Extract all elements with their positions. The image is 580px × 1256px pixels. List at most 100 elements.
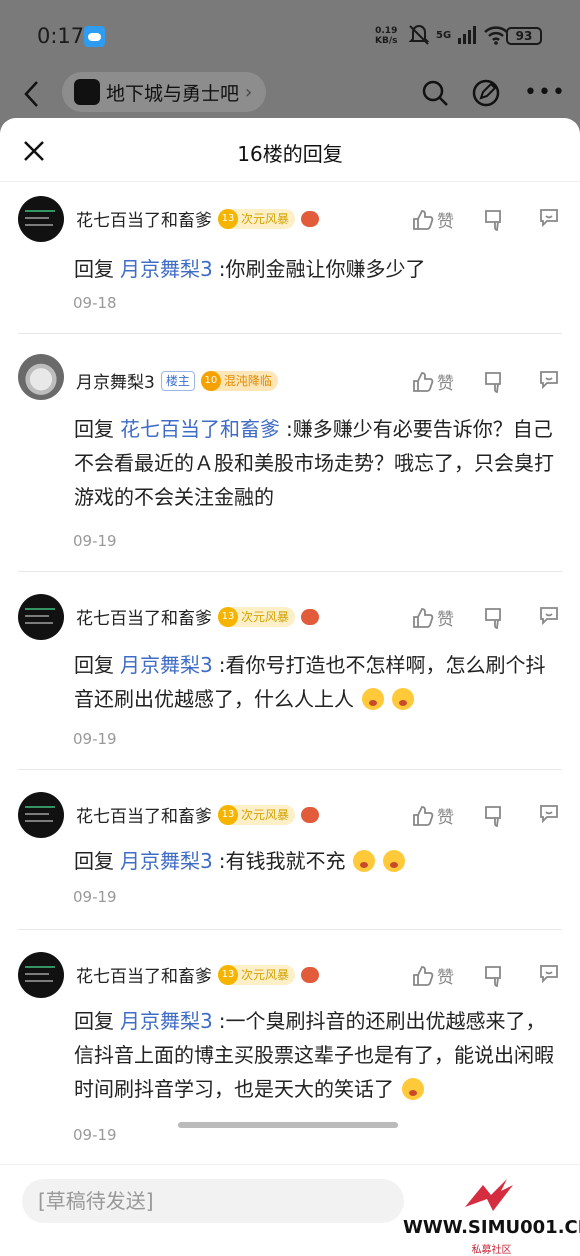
comment-text: 回复 月京舞梨3:有钱我就不充 [74,844,562,878]
forum-pill[interactable]: 地下城与勇士吧 › [62,72,267,112]
emoji-icon [392,688,414,710]
thumbs-down-icon [485,371,501,393]
chat-icon [540,209,558,228]
forum-name: 地下城与勇士吧 [106,82,240,105]
network-type: 5G [436,29,452,41]
reply-footer: [草稿待发送] WWW.SIMU001.CN 私募社区 [0,1164,580,1256]
avatar[interactable] [18,354,64,400]
watermark-site: WWW.SIMU001.CN [403,1217,580,1238]
like-button[interactable]: 赞 [412,605,484,630]
chat-icon [540,607,558,626]
dislike-button[interactable] [484,209,538,231]
reply-button[interactable] [538,368,562,395]
chat-icon [540,371,558,390]
username[interactable]: 月京舞梨3 [76,368,155,393]
level-badge: 13 次元风暴 [218,964,296,985]
thumbs-down-icon [485,209,501,231]
search-icon[interactable] [420,78,450,108]
dislike-button[interactable] [484,371,538,393]
like-button[interactable]: 赞 [412,803,484,828]
dislike-button[interactable] [484,965,538,987]
thumbs-down-icon [485,965,501,987]
comment-date: 09-19 [73,1126,117,1144]
top-nav: 地下城与勇士吧 › ••• [0,70,580,118]
mute-icon [408,25,430,45]
thumbs-up-icon [413,607,434,628]
reply-target[interactable]: 花七百当了和畜爹 [120,417,280,441]
level-badge: 13 次元风暴 [218,208,296,229]
comment-item: 花七百当了和畜爹 13 次元风暴 赞 回复 月京舞梨3:你刷金融让你赚多少了 09-… [18,182,562,334]
thumbs-up-icon [413,371,434,392]
level-badge: 13 次元风暴 [218,804,296,825]
emoji-icon [353,850,376,872]
reply-sheet: 16楼的回复 花七百当了和畜爹 13 次元风暴 赞 回复 月京舞梨3:你刷金融让你赚… [0,118,580,1256]
sheet-title: 16楼的回复 [237,142,343,166]
watermark-logo [465,1179,513,1211]
reply-button[interactable] [538,206,562,233]
watermark-sub: 私募社区 [471,1245,512,1256]
thumbs-up-icon [413,209,434,230]
status-bar: 0:17 0.19 KB/s 5G 93 [0,0,580,70]
network-speed: 0.19 KB/s [375,26,398,46]
sheet-header: 16楼的回复 [0,118,580,182]
game-icon [301,608,320,625]
game-icon [301,806,320,823]
cloud-icon [84,26,105,47]
reply-button[interactable] [538,604,562,631]
game-icon [301,966,320,983]
forum-logo [74,79,100,105]
chat-icon [540,965,558,984]
avatar[interactable] [18,792,64,838]
dislike-button[interactable] [484,607,538,629]
avatar[interactable] [18,594,64,640]
signal-icon [458,26,477,44]
watermark: WWW.SIMU001.CN 私募社区 [403,1165,580,1256]
reply-target[interactable]: 月京舞梨3 [120,257,213,281]
comment-item: 花七百当了和畜爹 13 次元风暴 赞 回复 月京舞梨3:一个臭刷抖音的还刷出优越感来… [18,930,562,1170]
level-badge: 13 次元风暴 [218,606,296,627]
reply-target[interactable]: 月京舞梨3 [120,1009,213,1033]
draft-input[interactable]: [草稿待发送] [22,1179,404,1223]
comment-item: 花七百当了和畜爹 13 次元风暴 赞 回复 月京舞梨3:看你号打造也不怎样啊，怎么刷… [18,572,562,770]
like-button[interactable]: 赞 [412,207,484,232]
avatar[interactable] [18,196,64,242]
chevron-right-icon: › [245,81,253,103]
avatar[interactable] [18,952,64,998]
comment-date: 09-19 [73,532,117,550]
thumbs-down-icon [485,805,501,827]
back-arrow-icon[interactable] [22,79,42,109]
username[interactable]: 花七百当了和畜爹 [76,206,212,231]
reply-target[interactable]: 月京舞梨3 [120,849,213,873]
comment-date: 09-19 [73,888,117,906]
emoji-icon [402,1078,424,1100]
emoji-icon [362,688,384,710]
comment-text: 回复 花七百当了和畜爹:赚多赚少有必要告诉你？自己不会看最近的Ａ股和美股市场走势？… [74,417,554,509]
comment-item: 月京舞梨3 楼主 10 混沌降临 赞 回复 花七百当了和畜爹:赚多赚少有必要告诉你？… [18,334,562,572]
comment-text: 回复 月京舞梨3:看你号打造也不怎样啊，怎么刷个抖音还刷出优越感了，什么人上人 [74,653,546,711]
reply-target[interactable]: 月京舞梨3 [120,653,213,677]
emoji-icon [383,850,406,872]
owner-tag: 楼主 [160,370,195,391]
reply-button[interactable] [538,962,562,989]
thumbs-up-icon [413,805,434,826]
chat-icon [540,805,558,824]
game-icon [301,210,320,227]
like-button[interactable]: 赞 [412,369,484,394]
username[interactable]: 花七百当了和畜爹 [76,962,212,987]
dislike-button[interactable] [484,805,538,827]
comment-item: 花七百当了和畜爹 13 次元风暴 赞 回复 月京舞梨3:有钱我就不充 09-19 [18,770,562,930]
battery-indicator: 93 [506,27,542,45]
reply-button[interactable] [538,802,562,829]
thumbs-up-icon [413,965,434,986]
edit-icon[interactable] [471,78,501,108]
level-badge: 10 混沌降临 [200,370,278,391]
comment-date: 09-19 [73,730,117,748]
username[interactable]: 花七百当了和畜爹 [76,802,212,827]
status-time: 0:17 [37,24,85,48]
like-button[interactable]: 赞 [412,963,484,988]
comment-date: 09-18 [73,294,117,312]
username[interactable]: 花七百当了和畜爹 [76,604,212,629]
comment-text: 回复 月京舞梨3:一个臭刷抖音的还刷出优越感来了，信抖音上面的博主买股票这辈子也是… [74,1009,554,1101]
home-indicator [178,1122,398,1128]
more-icon[interactable]: ••• [524,80,566,105]
